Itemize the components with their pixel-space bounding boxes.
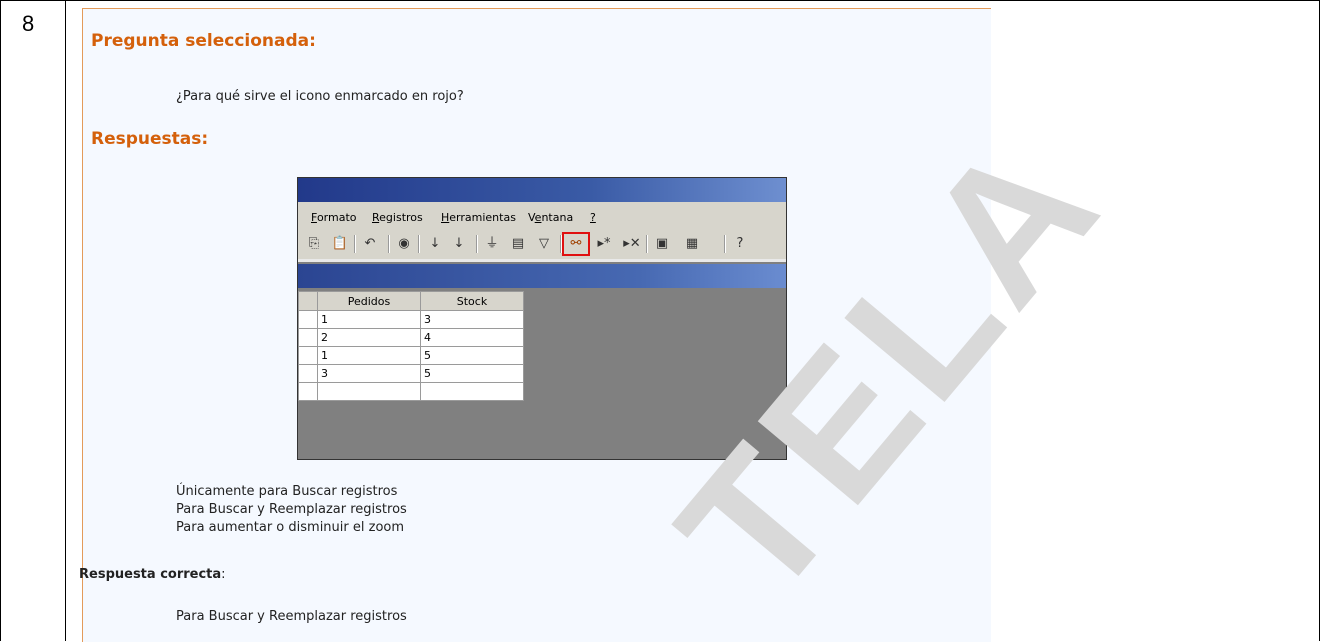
menu-registros[interactable]: Registros <box>372 211 423 224</box>
apply-filter-icon[interactable]: ▽ <box>534 234 554 254</box>
question-text: ¿Para qué sirve el icono enmarcado en ro… <box>176 89 464 104</box>
window-title-bar <box>298 178 786 202</box>
filter-by-selection-icon[interactable]: ⏚ <box>482 234 502 254</box>
toolbar-separator <box>418 235 420 253</box>
correct-answer-heading: Respuesta correcta: <box>79 567 226 582</box>
menu-formato[interactable]: Formato <box>311 211 357 224</box>
database-window-icon[interactable]: ▣ <box>652 234 672 254</box>
copy-icon[interactable]: ⎘ <box>304 234 324 254</box>
cell-stock[interactable]: 4 <box>420 328 524 347</box>
cell-pedidos[interactable]: 1 <box>317 346 421 365</box>
toolbar: ⎘ 📋 ↶ ◉ ↓ ↓ ⏚ ▤ ▽ ⚯ ▸* ▸✕ ▣ ▦? <box>304 232 774 256</box>
correct-answer-colon: : <box>221 567 226 582</box>
row-selector[interactable] <box>298 382 318 401</box>
new-object-icon[interactable]: ▦ <box>682 234 702 254</box>
column-header-stock[interactable]: Stock <box>420 291 524 311</box>
answer-option[interactable]: Únicamente para Buscar registros <box>176 484 397 499</box>
answer-option[interactable]: Para Buscar y Reemplazar registros <box>176 502 407 517</box>
delete-record-icon[interactable]: ▸✕ <box>622 234 642 254</box>
answer-option[interactable]: Para aumentar o disminuir el zoom <box>176 520 404 535</box>
menu-herramientas[interactable]: Herramientas <box>441 211 516 224</box>
correct-answer-text: Para Buscar y Reemplazar registros <box>176 609 407 624</box>
menu-help[interactable]: ? <box>590 211 596 224</box>
toolbar-separator <box>560 235 562 253</box>
row-selector[interactable] <box>298 364 318 383</box>
table-row[interactable] <box>298 382 524 401</box>
cell-stock[interactable]: 5 <box>420 364 524 383</box>
row-selector-header[interactable] <box>298 291 318 311</box>
table-top-border <box>0 0 1320 1</box>
question-heading: Pregunta seleccionada: <box>91 31 316 51</box>
sort-ascending-icon[interactable]: ↓ <box>425 234 445 254</box>
find-binoculars-icon[interactable]: ⚯ <box>566 234 586 254</box>
cell-pedidos[interactable]: 3 <box>317 364 421 383</box>
undo-icon[interactable]: ↶ <box>360 234 380 254</box>
menu-ventana[interactable]: Ventana <box>528 211 573 224</box>
toolbar-separator <box>354 235 356 253</box>
separator-strip <box>298 259 786 262</box>
row-selector[interactable] <box>298 310 318 329</box>
question-number: 8 <box>22 11 35 36</box>
row-selector[interactable] <box>298 328 318 347</box>
filter-by-form-icon[interactable]: ▤ <box>508 234 528 254</box>
cell-stock[interactable]: 5 <box>420 346 524 365</box>
table-row[interactable]: 13 <box>298 310 524 329</box>
datasheet-grid: Pedidos Stock 13241535 <box>298 291 524 401</box>
toolbar-separator <box>724 235 726 253</box>
cell-pedidos[interactable] <box>317 382 421 401</box>
table-row[interactable]: 15 <box>298 346 524 365</box>
hyperlink-icon[interactable]: ◉ <box>394 234 414 254</box>
toolbar-separator <box>646 235 648 253</box>
sort-descending-icon[interactable]: ↓ <box>449 234 469 254</box>
cell-stock[interactable]: 3 <box>420 310 524 329</box>
datasheet-title-bar <box>298 264 786 288</box>
help-icon[interactable]: ? <box>730 234 750 254</box>
toolbar-separator <box>476 235 478 253</box>
toolbar-separator <box>388 235 390 253</box>
paste-icon[interactable]: 📋 <box>330 234 350 254</box>
new-record-icon[interactable]: ▸* <box>594 234 614 254</box>
cell-pedidos[interactable]: 1 <box>317 310 421 329</box>
row-selector[interactable] <box>298 346 318 365</box>
answers-heading: Respuestas: <box>91 129 209 149</box>
column-header-pedidos[interactable]: Pedidos <box>317 291 421 311</box>
table-column-divider <box>65 0 66 641</box>
menu-toolbar-area: Formato Registros Herramientas Ventana ?… <box>298 202 786 259</box>
cell-pedidos[interactable]: 2 <box>317 328 421 347</box>
table-left-border <box>0 0 1 641</box>
cell-stock[interactable] <box>420 382 524 401</box>
table-row[interactable]: 35 <box>298 364 524 383</box>
table-row[interactable]: 24 <box>298 328 524 347</box>
access-screenshot: Formato Registros Herramientas Ventana ?… <box>297 177 787 460</box>
correct-answer-label: Respuesta correcta <box>79 567 222 582</box>
